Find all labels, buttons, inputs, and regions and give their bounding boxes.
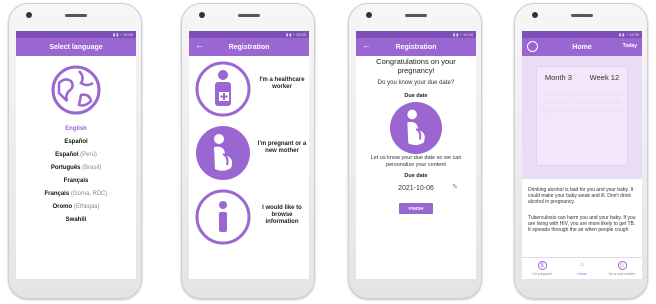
screen: ▮ ▮ ◔ 12:00 ← Registration Congratulatio… (356, 31, 476, 279)
app-bar: Select language (16, 38, 136, 56)
speaker-grille (405, 14, 427, 17)
speaker-grille (65, 14, 87, 17)
healthcare-worker-icon (195, 61, 251, 117)
language-region: (Goma, RDC) (70, 191, 108, 197)
language-list: English Español Español (Perú) Português… (16, 123, 136, 227)
language-name: English (65, 126, 87, 132)
pregnant-mother-icon (389, 101, 443, 155)
pregnant-mother-icon (196, 126, 250, 180)
bottom-navigation: $ I'm pregnant ⌂ Home ☺ I'm a new mother (522, 257, 642, 279)
option-browse-info[interactable]: I would like to browse information (195, 189, 307, 247)
due-date-question: Do you know your due date? (377, 80, 455, 86)
language-name: Français (44, 191, 70, 197)
due-date-label: Due date (404, 173, 428, 179)
front-camera (26, 12, 32, 18)
nav-label: Home (577, 272, 587, 276)
status-bar: ▮ ▮ ◔ 12:00 (16, 31, 136, 38)
back-arrow-icon[interactable]: ← (195, 40, 204, 50)
globe-icon (51, 65, 101, 115)
option-healthcare-worker[interactable]: I'm a healthcare worker (195, 61, 307, 119)
language-name: Oromo (52, 204, 73, 210)
today-link[interactable]: Today (623, 43, 637, 49)
status-bar: ▮ ▮ ◔ 12:00 (356, 31, 476, 38)
profile-icon[interactable] (527, 41, 538, 52)
language-region: (Brasil) (82, 165, 102, 171)
back-arrow-icon[interactable]: ← (362, 40, 371, 50)
front-camera (366, 12, 372, 18)
pencil-edit-icon[interactable]: ✎ (452, 182, 458, 194)
screen: ▮ ▮ ◔ 12:00 Select language English Espa… (16, 31, 136, 279)
option-label: I would like to browse information (262, 205, 302, 225)
screen: ▮ ▮ ◔ 12:00 ← Registration I'm a healthc… (189, 31, 309, 279)
language-item[interactable]: Español (16, 136, 136, 149)
nav-item-home[interactable]: ⌂ Home (564, 261, 600, 276)
week-label: Week 12 (589, 73, 620, 82)
tip-alcohol: Drinking alcohol is bad for you and your… (528, 187, 634, 205)
front-camera (199, 12, 205, 18)
language-item[interactable]: Français (Goma, RDC) (16, 188, 136, 201)
language-item[interactable]: Swahili (16, 214, 136, 227)
nav-item-pregnant[interactable]: $ I'm pregnant (524, 261, 560, 276)
language-item[interactable]: Oromo (Ethiopia) (16, 201, 136, 214)
phone-select-language: ▮ ▮ ◔ 12:00 Select language English Espa… (8, 3, 142, 299)
due-date-heading: Due date (404, 93, 428, 99)
pregnancy-progress: Month 3 Week 12 (536, 73, 628, 82)
finish-button[interactable]: FINISH (399, 203, 433, 214)
option-label: I'm a healthcare worker (259, 77, 305, 90)
due-date-field[interactable]: 2021-10-06 ✎ (376, 182, 458, 195)
language-item[interactable]: Português (Brasil) (16, 162, 136, 175)
new-mother-icon: ☺ (617, 261, 627, 270)
option-label: I'm pregnant or a new mother (257, 141, 307, 154)
due-date-value: 2021-10-06 (398, 185, 434, 192)
due-date-explanation: Let us know your due date so we can pers… (370, 155, 462, 168)
phone-home: ▮ ▮ ◔ 12:00 Home Today Month 3 Week 12 Y… (514, 3, 648, 299)
option-pregnant-mother[interactable]: I'm pregnant or a new mother (195, 125, 307, 183)
home-button-area (349, 278, 481, 298)
phone-registration-due-date: ▮ ▮ ◔ 12:00 ← Registration Congratulatio… (348, 3, 482, 299)
page-title: Registration (228, 43, 270, 51)
month-label: Month 3 (544, 73, 572, 82)
nav-item-new-mother[interactable]: ☺ I'm a new mother (604, 261, 640, 276)
status-bar: ▮ ▮ ◔ 12:00 (522, 31, 642, 38)
front-camera (532, 12, 538, 18)
language-name: Português (50, 165, 81, 171)
nav-label: I'm pregnant (532, 272, 552, 276)
language-item[interactable]: Français (16, 175, 136, 188)
app-bar: ← Registration (356, 38, 476, 56)
nav-label: I'm a new mother (608, 272, 636, 276)
home-button-area (515, 278, 647, 298)
speaker-grille (238, 14, 260, 17)
page-title: Registration (395, 43, 437, 51)
app-bar: Home Today (522, 38, 642, 56)
language-region: (Ethiopia) (73, 204, 100, 210)
tip-tuberculosis: Tuberculosis can harm you and your baby.… (528, 215, 636, 233)
language-name: Español (55, 152, 79, 158)
pregnant-icon: $ (537, 261, 547, 270)
home-button-area (9, 278, 141, 298)
language-name: Español (64, 139, 88, 145)
language-name: Français (63, 178, 89, 184)
language-item[interactable]: Español (Perú) (16, 149, 136, 162)
language-region: (Perú) (80, 152, 97, 158)
page-title: Home (572, 43, 592, 51)
status-bar: ▮ ▮ ◔ 12:00 (189, 31, 309, 38)
app-bar: ← Registration (189, 38, 309, 56)
congratulations-heading: Congratulations on your pregnancy! (376, 57, 456, 75)
home-button-area (182, 278, 314, 298)
baby-size-text: Your baby is about the size of a lime! H… (540, 91, 624, 114)
speaker-grille (571, 14, 593, 17)
home-icon: ⌂ (580, 262, 584, 268)
page-title: Select language (49, 43, 103, 51)
screen: ▮ ▮ ◔ 12:00 Home Today Month 3 Week 12 Y… (522, 31, 642, 279)
info-icon (195, 189, 251, 245)
phone-registration-role: ▮ ▮ ◔ 12:00 ← Registration I'm a healthc… (181, 3, 315, 299)
language-item[interactable]: English (16, 123, 136, 136)
language-name: Swahili (65, 217, 87, 223)
